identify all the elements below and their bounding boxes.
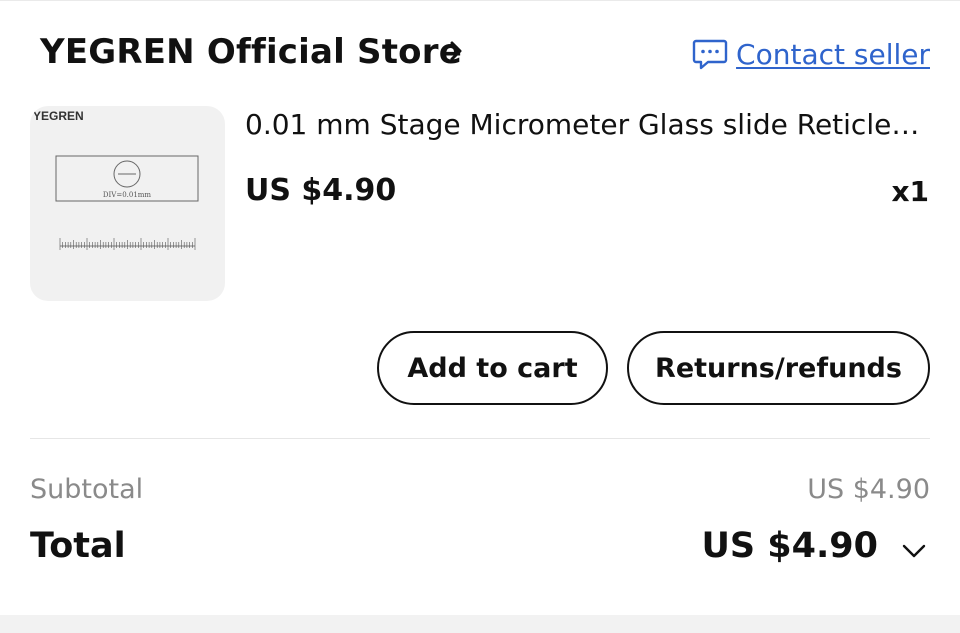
top-divider <box>0 0 960 1</box>
chevron-right-icon[interactable] <box>443 38 469 64</box>
product-thumbnail[interactable]: YEGREN DIV=0.01mm <box>30 106 225 301</box>
total-label: Total <box>30 526 126 566</box>
product-quantity: x1 <box>891 175 929 208</box>
chat-bubble-icon <box>692 39 728 70</box>
contact-seller-link[interactable]: Contact seller <box>692 34 930 74</box>
product-price: US $4.90 <box>245 173 397 208</box>
subtotal-value: US $4.90 <box>807 474 930 505</box>
returns-refunds-button[interactable]: Returns/refunds <box>627 331 930 405</box>
add-to-cart-button[interactable]: Add to cart <box>377 331 608 405</box>
footer-band <box>0 615 960 633</box>
section-divider <box>30 438 930 439</box>
store-header: YEGREN Official Store Contact seller <box>40 30 930 76</box>
total-value: US $4.90 <box>701 526 878 566</box>
chevron-down-icon[interactable] <box>900 537 928 565</box>
micrometer-slide-image: YEGREN DIV=0.01mm <box>33 109 199 250</box>
image-caption-text: DIV=0.01mm <box>103 191 152 199</box>
contact-seller-label: Contact seller <box>736 37 930 71</box>
product-title[interactable]: 0.01 mm Stage Micrometer Glass slide Ret… <box>245 108 925 141</box>
store-name-link[interactable]: YEGREN Official Store <box>40 32 462 72</box>
image-brand-text: YEGREN <box>33 109 84 123</box>
subtotal-label: Subtotal <box>30 474 144 505</box>
